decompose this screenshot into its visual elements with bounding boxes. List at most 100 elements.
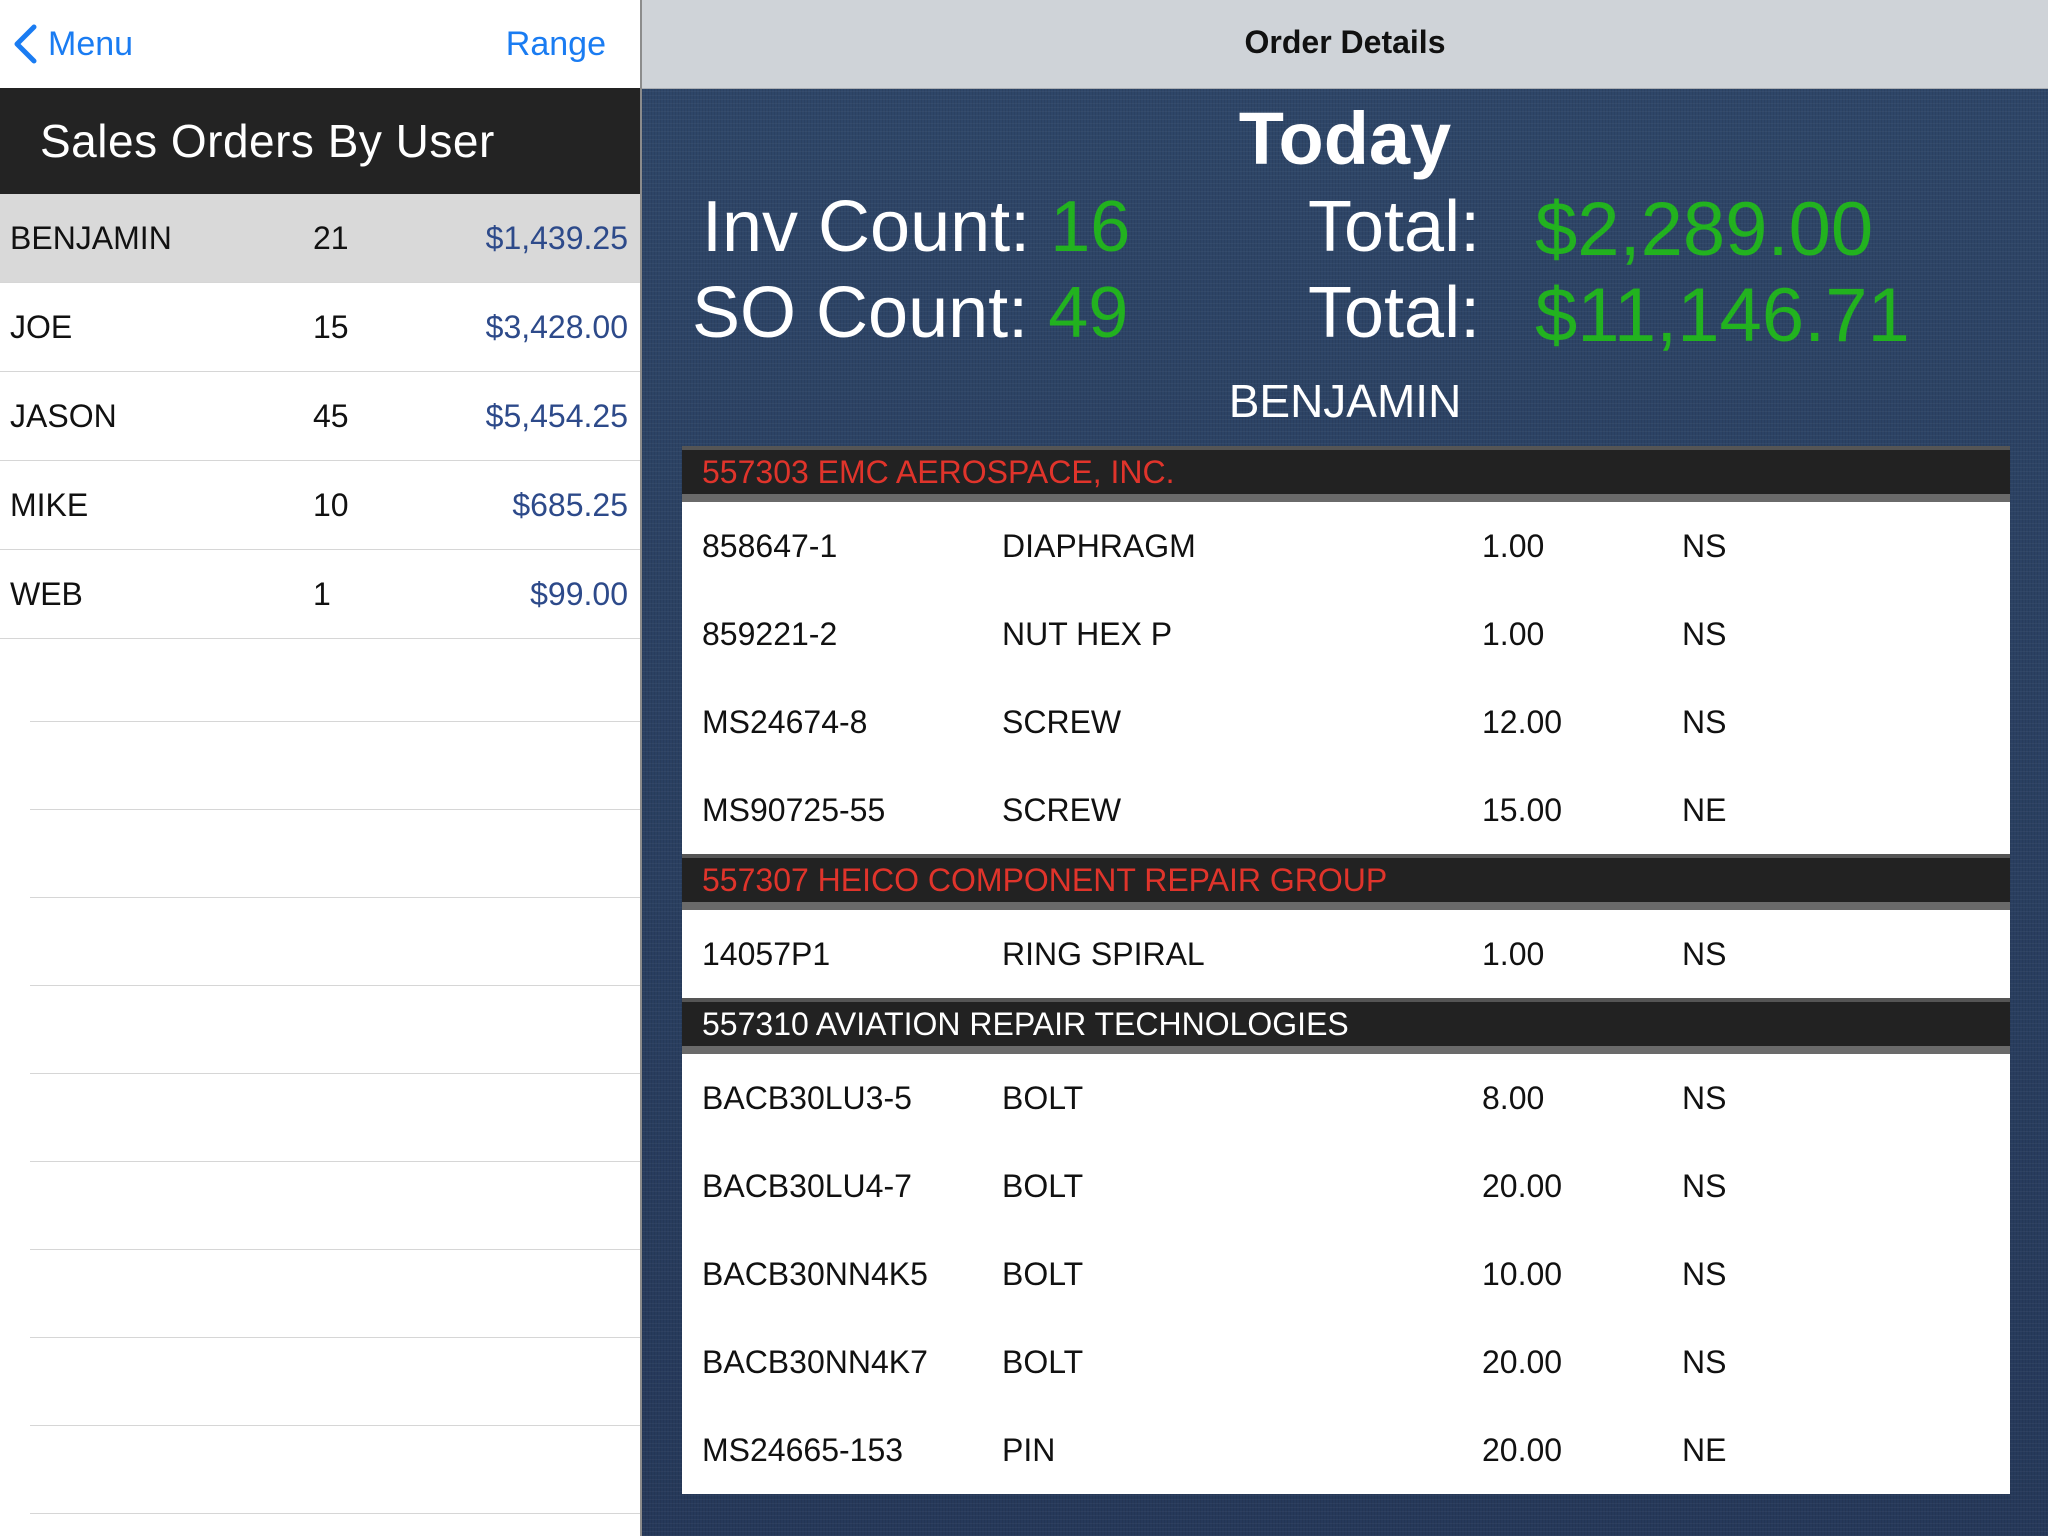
part-condition: NS [1682,936,1727,972]
so-count-label: SO Count: [692,273,1029,353]
order-lines: 14057P1 RING SPIRAL 1.00 NS [682,910,2010,998]
part-quantity: 15.00 [1482,792,1563,828]
part-quantity: 1.00 [1482,616,1545,652]
part-quantity: 20.00 [1482,1168,1563,1204]
part-number: BACB30LU4-7 [702,1168,912,1204]
menu-back-button[interactable]: Menu [12,22,133,66]
part-number: BACB30NN4K7 [702,1344,928,1380]
user-row[interactable]: JASON 45 $5,454.25 [0,372,640,461]
empty-rows [30,634,640,1536]
empty-row [30,810,640,898]
user-name: WEB [10,576,83,612]
user-row[interactable]: JOE 15 $3,428.00 [0,283,640,372]
part-quantity: 10.00 [1482,1256,1563,1292]
order-line-row[interactable]: 859221-2 NUT HEX P 1.00 NS [682,590,2010,678]
empty-row [30,1250,640,1338]
part-number: MS90725-55 [702,792,886,828]
part-quantity: 12.00 [1482,704,1563,740]
master-section-header: Sales Orders By User [0,88,640,194]
inv-count-stat: Inv Count: 16 [702,186,1130,268]
order-line-row[interactable]: BACB30LU3-5 BOLT 8.00 NS [682,1054,2010,1142]
part-description: SCREW [1002,792,1122,828]
order-lines: 858647-1 DIAPHRAGM 1.00 NS 859221-2 NUT HEX P… [682,502,2010,854]
so-count-stat: SO Count: 49 [692,272,1128,354]
user-order-count: 1 [313,576,331,612]
user-order-count: 45 [313,398,349,434]
part-number: 14057P1 [702,936,831,972]
empty-row [30,722,640,810]
part-condition: NS [1682,1344,1727,1380]
order-line-row[interactable]: BACB30LU4-7 BOLT 20.00 NS [682,1142,2010,1230]
master-nav-bar: Menu Range [0,0,640,88]
part-quantity: 1.00 [1482,528,1545,564]
part-condition: NS [1682,1080,1727,1116]
order-header-label: 557303 EMC AEROSPACE, INC. [702,454,1175,490]
part-quantity: 20.00 [1482,1344,1563,1380]
range-button[interactable]: Range [506,22,606,66]
master-pane: Menu Range Sales Orders By User BENJAMIN… [0,0,640,1536]
order-line-row[interactable]: MS90725-55 SCREW 15.00 NE [682,766,2010,854]
so-total-value: $11,146.71 [1535,273,1910,358]
part-description: DIAPHRAGM [1002,528,1196,564]
user-row[interactable]: BENJAMIN 21 $1,439.25 [0,194,640,283]
part-condition: NS [1682,1168,1727,1204]
user-order-count: 21 [313,220,349,256]
part-number: 858647-1 [702,528,838,564]
empty-row [30,1074,640,1162]
so-count-value: 49 [1048,273,1129,353]
part-condition: NS [1682,1256,1727,1292]
empty-row [30,898,640,986]
order-line-row[interactable]: BACB30NN4K7 BOLT 20.00 NS [682,1318,2010,1406]
user-name: BENJAMIN [10,220,172,256]
empty-row [30,1162,640,1250]
order-header[interactable]: 557310 AVIATION REPAIR TECHNOLOGIES [682,998,2010,1054]
user-name: JOE [10,309,73,345]
chevron-left-icon [14,24,37,64]
user-list: BENJAMIN 21 $1,439.25 JOE 15 $3,428.00 JASON 45… [0,194,640,639]
order-line-row[interactable]: MS24674-8 SCREW 12.00 NS [682,678,2010,766]
inv-total-label: Total: [1308,187,1481,267]
part-number: 859221-2 [702,616,838,652]
part-quantity: 8.00 [1482,1080,1545,1116]
master-title: Sales Orders By User [40,115,495,167]
part-condition: NE [1682,1432,1727,1468]
part-condition: NE [1682,792,1727,828]
user-order-count: 10 [313,487,349,523]
part-condition: NS [1682,528,1727,564]
user-row[interactable]: MIKE 10 $685.25 [0,461,640,550]
user-order-total: $5,454.25 [485,398,628,434]
empty-row [30,1338,640,1426]
inv-count-label: Inv Count: [702,187,1031,267]
part-description: PIN [1002,1432,1056,1468]
user-order-total: $99.00 [530,576,628,612]
order-header[interactable]: 557307 HEICO COMPONENT REPAIR GROUP [682,854,2010,910]
detail-title: Order Details [1244,24,1446,60]
order-line-row[interactable]: 858647-1 DIAPHRAGM 1.00 NS [682,502,2010,590]
part-description: SCREW [1002,704,1122,740]
order-line-row[interactable]: MS24665-153 PIN 20.00 NE [682,1406,2010,1494]
empty-row [30,634,640,722]
detail-nav-bar: Order Details [642,0,2048,89]
part-condition: NS [1682,616,1727,652]
inv-count-value: 16 [1050,187,1131,267]
order-lines: BACB30LU3-5 BOLT 8.00 NS BACB30LU4-7 BOLT 20.0… [682,1054,2010,1494]
order-line-row[interactable]: 14057P1 RING SPIRAL 1.00 NS [682,910,2010,998]
order-header[interactable]: 557303 EMC AEROSPACE, INC. [682,446,2010,502]
part-description: NUT HEX P [1002,616,1173,652]
selected-user-name: BENJAMIN [1228,375,1462,427]
part-description: BOLT [1002,1256,1084,1292]
part-number: MS24674-8 [702,704,868,740]
part-description: BOLT [1002,1344,1084,1380]
period-title: Today [1238,97,1452,180]
user-name: JASON [10,398,117,434]
order-header-label: 557307 HEICO COMPONENT REPAIR GROUP [702,862,1388,898]
empty-row [30,986,640,1074]
user-row[interactable]: WEB 1 $99.00 [0,550,640,639]
user-order-total: $1,439.25 [485,220,628,256]
part-quantity: 1.00 [1482,936,1545,972]
user-order-total: $685.25 [512,487,628,523]
order-line-row[interactable]: BACB30NN4K5 BOLT 10.00 NS [682,1230,2010,1318]
user-name: MIKE [10,487,89,523]
so-total-label: Total: [1308,273,1481,353]
part-number: MS24665-153 [702,1432,904,1468]
